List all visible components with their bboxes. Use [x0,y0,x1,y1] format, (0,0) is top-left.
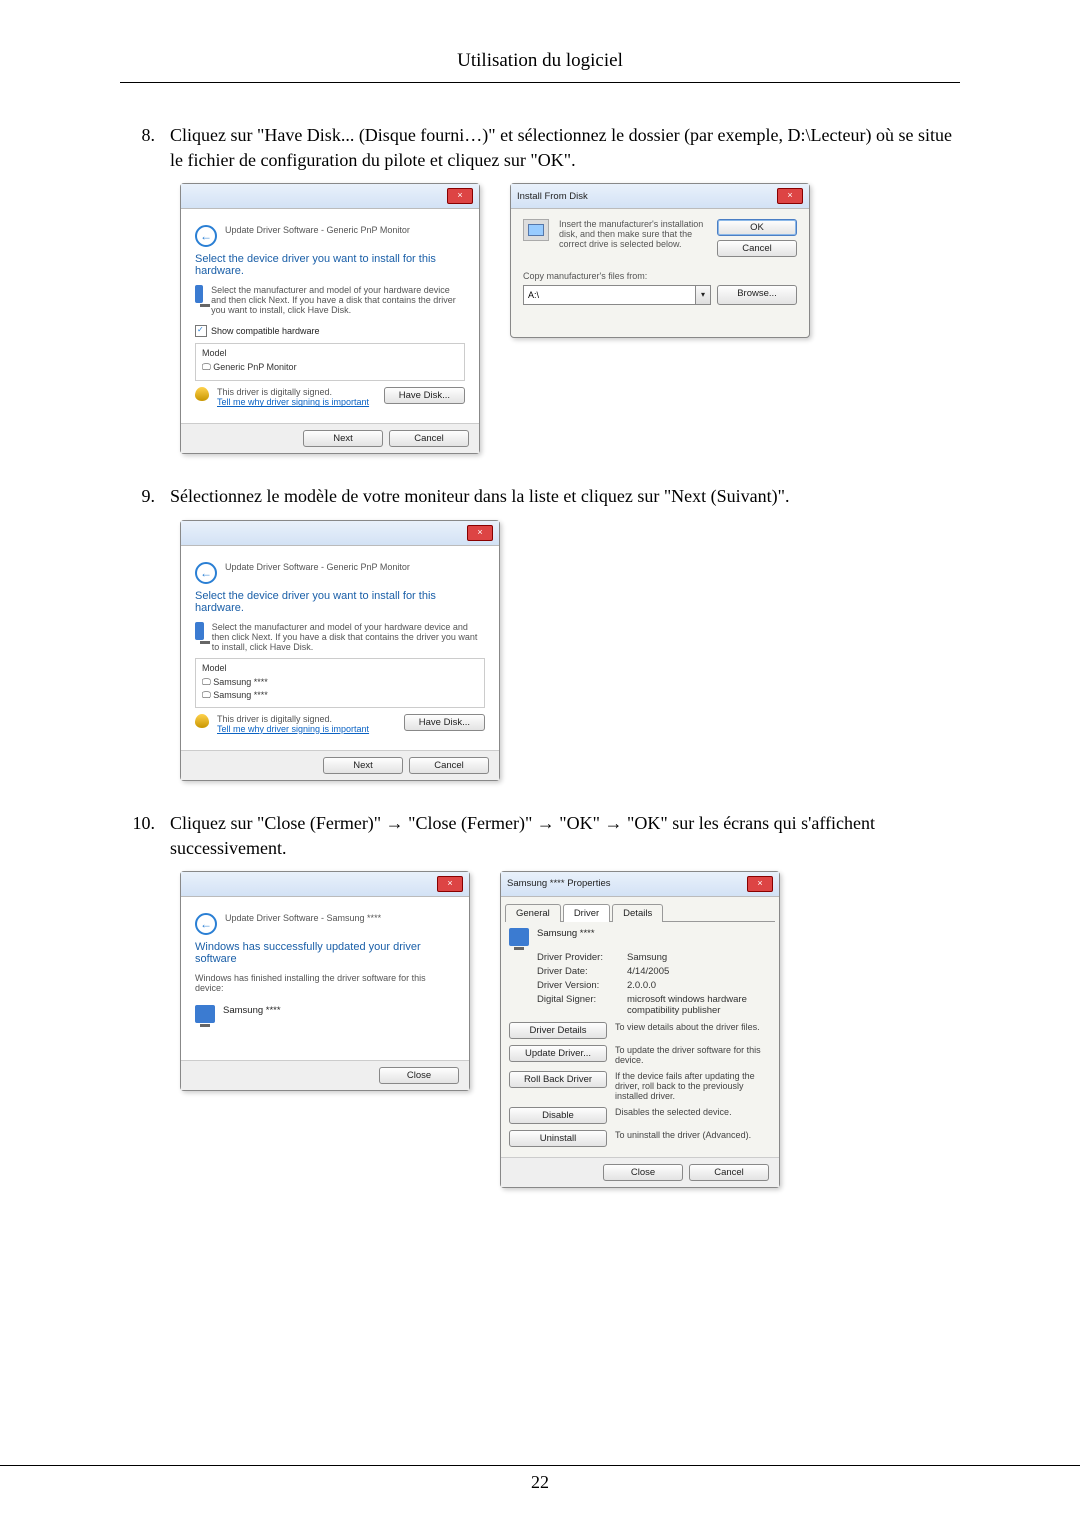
dialog-install-from-disk: Install From Disk × Insert the manufactu… [510,183,810,338]
dialog-update-success: × ← Update Driver Software - Samsung ***… [180,871,470,1091]
dialog-heading: Select the device driver you want to ins… [195,590,485,614]
close-button[interactable]: Close [603,1164,683,1181]
date-key: Driver Date: [537,966,627,977]
model-header: Model [202,663,478,673]
window-titlebar: Samsung **** Properties × [501,872,779,897]
monitor-icon [195,1005,215,1023]
driver-details-desc: To view details about the driver files. [615,1022,771,1032]
dialog-note: Select the manufacturer and model of you… [211,285,465,315]
version-value: 2.0.0.0 [627,980,771,991]
uninstall-desc: To uninstall the driver (Advanced). [615,1130,771,1140]
driver-details-button[interactable]: Driver Details [509,1022,607,1039]
step-text: Cliquez sur "Have Disk... (Disque fourni… [170,123,960,173]
dialog-heading: Windows has successfully updated your dr… [195,941,455,965]
window-titlebar: × [181,184,479,209]
tab-general[interactable]: General [505,904,561,922]
date-value: 4/14/2005 [627,966,771,977]
step-number: 8. [120,123,170,173]
cancel-button[interactable]: Cancel [389,430,469,447]
cancel-button[interactable]: Cancel [409,757,489,774]
monitor-icon [195,285,203,303]
breadcrumb: Update Driver Software - Samsung **** [225,913,455,923]
page-number: 22 [0,1465,1080,1493]
window-title: Samsung **** Properties [507,878,611,889]
disk-icon [523,219,549,241]
cancel-button[interactable]: Cancel [689,1164,769,1181]
model-header: Model [202,348,458,358]
install-message: Insert the manufacturer's installation d… [559,219,707,257]
dialog-heading: Select the device driver you want to ins… [195,253,465,277]
signed-text: This driver is digitally signed. [217,714,396,724]
cancel-button[interactable]: Cancel [717,240,797,257]
disable-desc: Disables the selected device. [615,1107,771,1117]
model-item[interactable]: 🖵 Samsung **** [202,676,478,689]
step-number: 9. [120,484,170,509]
tab-driver[interactable]: Driver [563,904,610,922]
version-key: Driver Version: [537,980,627,991]
step-8: 8. Cliquez sur "Have Disk... (Disque fou… [120,123,960,173]
shield-icon [195,387,209,401]
back-icon[interactable]: ← [195,562,217,584]
close-icon[interactable]: × [467,525,493,541]
step-number: 10. [120,811,170,861]
finished-line: Windows has finished installing the driv… [195,973,455,993]
signer-value: microsoft windows hardware compatibility… [627,994,771,1016]
window-titlebar: Install From Disk × [511,184,809,209]
signed-text: This driver is digitally signed. [217,387,376,397]
breadcrumb: Update Driver Software - Generic PnP Mon… [225,225,465,235]
why-signing-link[interactable]: Tell me why driver signing is important [217,724,396,734]
breadcrumb: Update Driver Software - Generic PnP Mon… [225,562,485,572]
dialog-note: Select the manufacturer and model of you… [212,622,485,652]
show-compatible-checkbox[interactable]: Show compatible hardware [195,325,465,337]
next-button[interactable]: Next [303,430,383,447]
step-text: Cliquez sur "Close (Fermer)" → "Close (F… [170,811,960,861]
back-icon[interactable]: ← [195,913,217,935]
chevron-down-icon[interactable]: ▾ [695,286,710,304]
page-header: Utilisation du logiciel [120,50,960,83]
shield-icon [195,714,209,728]
update-driver-desc: To update the driver software for this d… [615,1045,771,1065]
close-button[interactable]: Close [379,1067,459,1084]
step-text: Sélectionnez le modèle de votre moniteur… [170,484,960,509]
step-9: 9. Sélectionnez le modèle de votre monit… [120,484,960,509]
dialog-update-driver-1: × ← Update Driver Software - Generic PnP… [180,183,480,454]
browse-button[interactable]: Browse... [717,285,797,305]
window-titlebar: × [181,521,499,546]
close-icon[interactable]: × [437,876,463,892]
update-driver-button[interactable]: Update Driver... [509,1045,607,1062]
model-item[interactable]: 🖵 Samsung **** [202,689,478,702]
tab-details[interactable]: Details [612,904,663,922]
step-10: 10. Cliquez sur "Close (Fermer)" → "Clos… [120,811,960,861]
next-button[interactable]: Next [323,757,403,774]
have-disk-button[interactable]: Have Disk... [384,387,465,404]
path-combobox[interactable]: ▾ [523,285,711,305]
why-signing-link[interactable]: Tell me why driver signing is important [217,397,376,407]
rollback-button[interactable]: Roll Back Driver [509,1071,607,1088]
dialog-update-driver-2: × ← Update Driver Software - Generic PnP… [180,520,500,781]
device-name: Samsung **** [223,1005,281,1016]
uninstall-button[interactable]: Uninstall [509,1130,607,1147]
monitor-icon [195,622,204,640]
monitor-icon [509,928,529,946]
path-input[interactable] [524,286,695,304]
disable-button[interactable]: Disable [509,1107,607,1124]
close-icon[interactable]: × [777,188,803,204]
close-icon[interactable]: × [747,876,773,892]
window-title: Install From Disk [517,191,588,202]
have-disk-button[interactable]: Have Disk... [404,714,485,731]
provider-value: Samsung [627,952,771,963]
dialog-properties: Samsung **** Properties × General Driver… [500,871,780,1188]
model-item[interactable]: 🖵 Generic PnP Monitor [202,361,458,374]
checkbox-icon [195,325,207,337]
device-name: Samsung **** [537,928,595,939]
copy-from-label: Copy manufacturer's files from: [523,271,797,281]
rollback-desc: If the device fails after updating the d… [615,1071,771,1101]
back-icon[interactable]: ← [195,225,217,247]
provider-key: Driver Provider: [537,952,627,963]
close-icon[interactable]: × [447,188,473,204]
ok-button[interactable]: OK [717,219,797,236]
signer-key: Digital Signer: [537,994,627,1016]
window-titlebar: × [181,872,469,897]
